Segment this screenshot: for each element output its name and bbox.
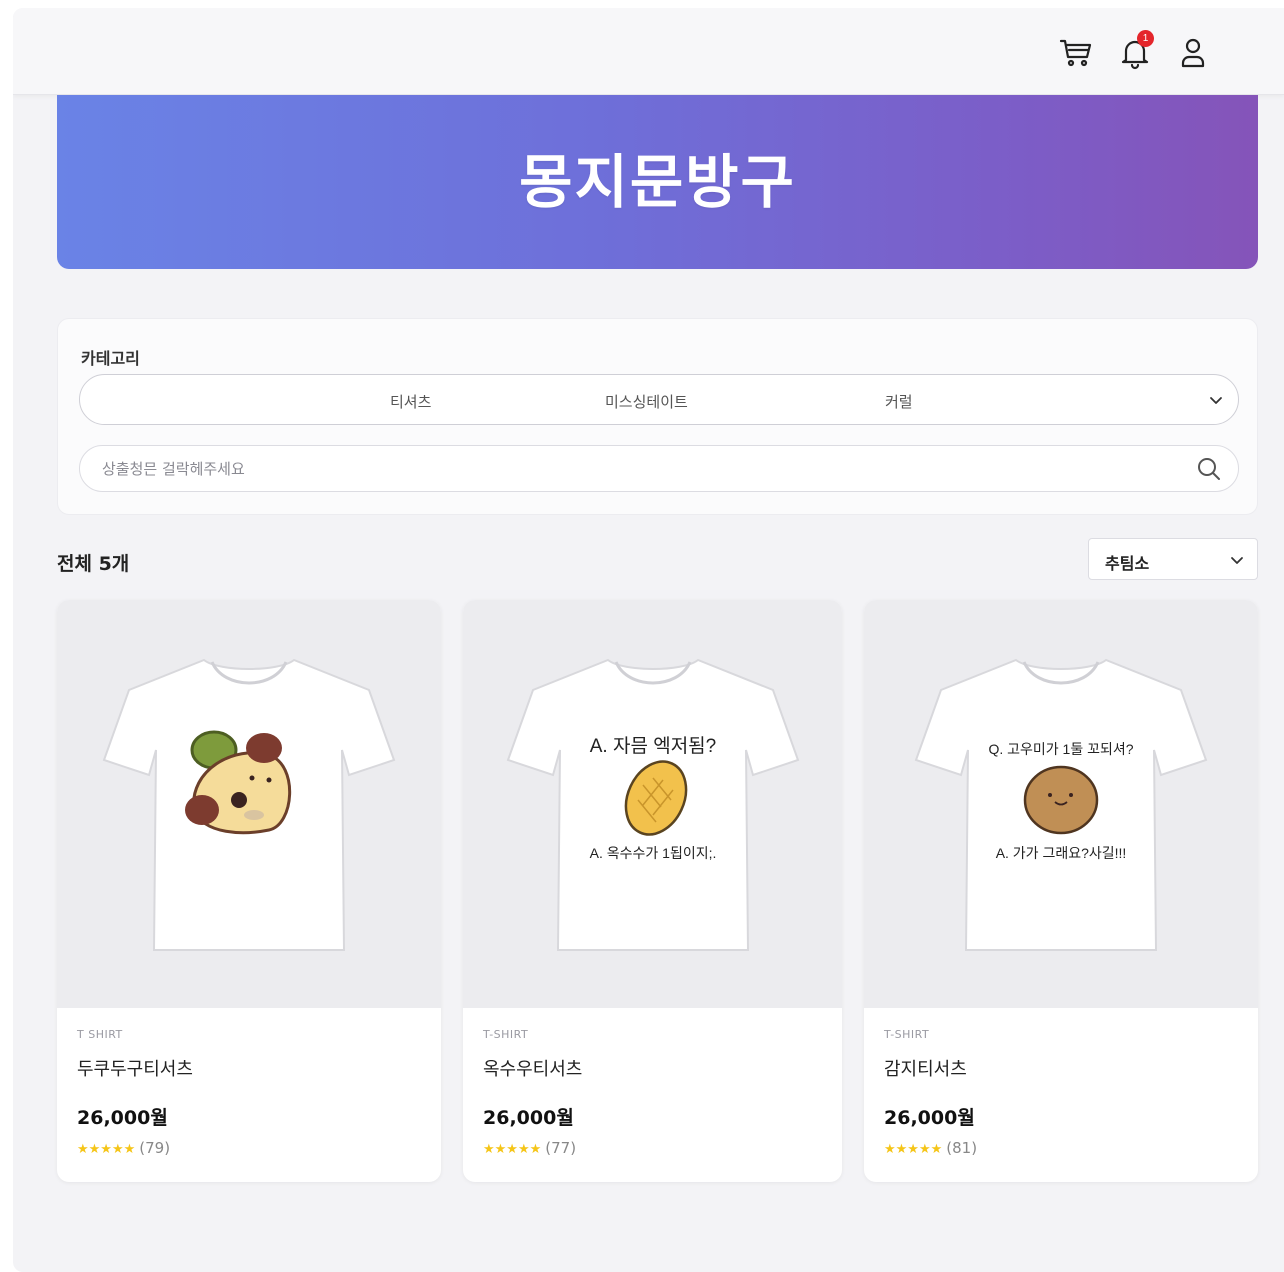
shirt-top-text: A. 자믐 엑저됨?: [589, 735, 715, 757]
review-count: (77): [545, 1139, 577, 1157]
shirt-top-text: Q. 고우미가 1둘 꼬되셔?: [988, 741, 1133, 757]
notification-badge: 1: [1137, 30, 1154, 47]
product-rating: ★★★★★ (77): [483, 1139, 576, 1157]
search-icon[interactable]: [1196, 456, 1222, 482]
top-navigation-bar: 1: [13, 8, 1284, 95]
category-heading: 카테고리: [81, 349, 140, 368]
product-card[interactable]: Q. 고우미가 1둘 꼬되셔? A. 가가 그래요?사길!!! T-SHIRT …: [864, 600, 1258, 1182]
product-name[interactable]: 감지티서츠: [884, 1055, 967, 1081]
category-select[interactable]: 티셔츠 미스싱테이트 커럴: [79, 374, 1239, 425]
product-card[interactable]: T SHIRT 두쿠두구티서츠 26,000월 ★★★★★ (79): [57, 600, 441, 1182]
product-name[interactable]: 옥수우티서츠: [483, 1055, 582, 1081]
bell-icon[interactable]: 1: [1118, 30, 1154, 70]
review-count: (81): [946, 1139, 978, 1157]
product-name[interactable]: 두쿠두구티서츠: [77, 1055, 193, 1081]
sort-label: 추팀소: [1105, 554, 1150, 573]
search-input[interactable]: [102, 446, 1182, 491]
shirt-bottom-text: A. 가가 그래요?사길!!!: [996, 845, 1127, 861]
product-image: Q. 고우미가 1둘 꼬되셔? A. 가가 그래요?사길!!!: [864, 600, 1258, 1008]
product-image: A. 자믐 엑저됨? A. 옥수수가 1됩이지;.: [463, 600, 842, 1008]
category-option-other[interactable]: 커럴: [885, 391, 913, 412]
star-rating-icon: ★★★★★: [77, 1142, 136, 1157]
product-card[interactable]: A. 자믐 엑저됨? A. 옥수수가 1됩이지;. T-SHIRT 옥수우티서츠…: [463, 600, 842, 1182]
chevron-down-icon: [1231, 557, 1243, 564]
product-category: T-SHIRT: [884, 1028, 930, 1041]
category-option-tshirt[interactable]: 티셔츠: [390, 391, 431, 412]
product-image: [57, 600, 441, 1008]
product-category: T-SHIRT: [483, 1028, 529, 1041]
star-rating-icon: ★★★★★: [483, 1142, 542, 1157]
category-option-misc[interactable]: 미스싱테이트: [605, 391, 688, 412]
tshirt-image: A. 자믐 엑저됨? A. 옥수수가 1됩이지;.: [506, 658, 799, 951]
tshirt-image: [102, 658, 396, 951]
filter-panel: 카테고리 티셔츠 미스싱테이트 커럴: [57, 318, 1258, 515]
tshirt-image: Q. 고우미가 1둘 꼬되셔? A. 가가 그래요?사길!!!: [914, 658, 1208, 951]
page-frame: 1 몽지문방구 카테고리 티셔츠 미스싱테이트 커럴 상출청믄 걸락헤주세요 전…: [13, 8, 1284, 1272]
review-count: (79): [139, 1139, 171, 1157]
hero-banner: 몽지문방구: [57, 95, 1258, 269]
sort-select[interactable]: 추팀소: [1088, 538, 1258, 580]
product-count: 전체 5개: [57, 553, 130, 575]
product-price: 26,000월: [884, 1107, 975, 1129]
chevron-down-icon: [1210, 397, 1222, 404]
cart-icon[interactable]: [1059, 36, 1093, 70]
store-title: 몽지문방구: [519, 148, 796, 216]
search-box: [79, 445, 1239, 492]
user-icon[interactable]: [1176, 36, 1210, 70]
product-price: 26,000월: [483, 1107, 574, 1129]
product-category: T SHIRT: [77, 1028, 123, 1041]
product-rating: ★★★★★ (81): [884, 1139, 977, 1157]
star-rating-icon: ★★★★★: [884, 1142, 943, 1157]
product-price: 26,000월: [77, 1107, 168, 1129]
shirt-bottom-text: A. 옥수수가 1됩이지;.: [589, 845, 716, 861]
product-rating: ★★★★★ (79): [77, 1139, 170, 1157]
